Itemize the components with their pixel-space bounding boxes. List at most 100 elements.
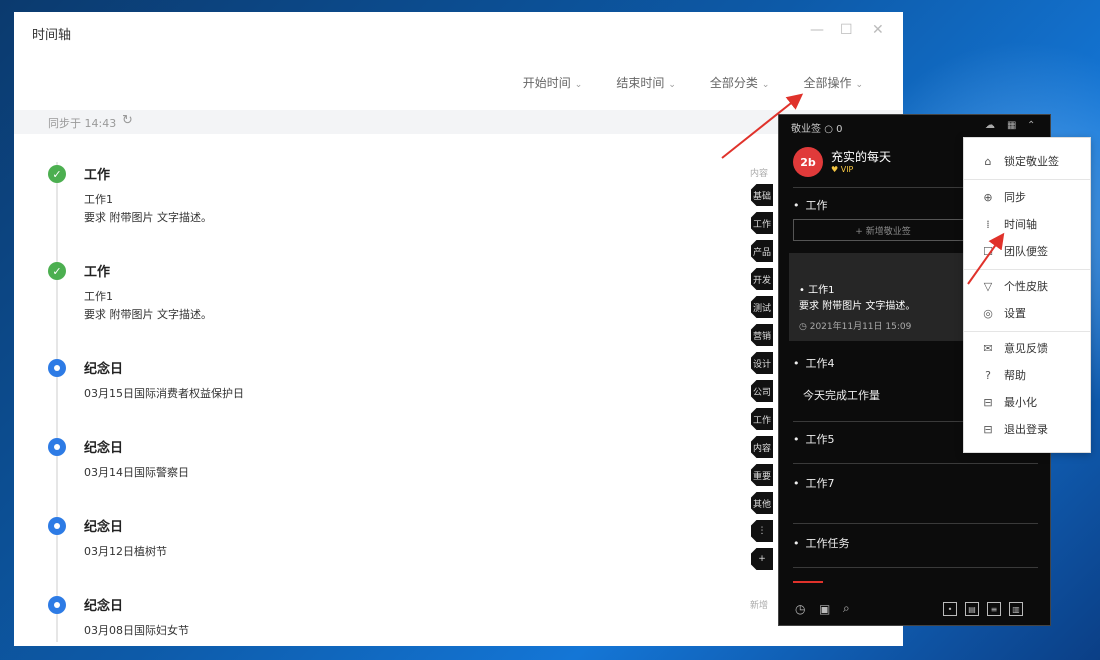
category-tab[interactable]: 重要: [751, 464, 773, 486]
close-button[interactable]: ✕: [872, 22, 884, 38]
category-tab[interactable]: 工作: [751, 212, 773, 234]
menu-item-settings[interactable]: ◎ 设置: [964, 302, 1090, 324]
timeline-window: 时间轴 — ☐ ✕ 开始时间 ⌄ 结束时间 ⌄ 全部分类 ⌄ 全部操作 ⌄ 同步于 14…: [14, 12, 903, 646]
section-label: 工作: [805, 199, 828, 212]
note-section[interactable]: • 工作7: [793, 475, 835, 491]
anniversary-dot-icon: [48, 596, 66, 614]
chevron-down-icon: ⌄: [855, 80, 863, 90]
window-title: 时间轴: [32, 28, 72, 43]
card-time: ◷ 2021年11月11日 15:09: [799, 319, 911, 332]
list-icon[interactable]: ≡: [987, 602, 1001, 616]
filter-label: 全部操作: [803, 76, 852, 90]
menu-item-timeline[interactable]: ⁞ 时间轴: [964, 213, 1090, 235]
side-strip-label: 内容: [750, 169, 769, 179]
menu-item-lock[interactable]: ⌂ 锁定敬业签: [964, 150, 1090, 172]
pin-icon[interactable]: •: [943, 602, 957, 616]
doc-icon[interactable]: ▥: [1009, 602, 1023, 616]
calendar-icon[interactable]: ▤: [965, 602, 979, 616]
menu-item-logout[interactable]: ⊟ 退出登录: [964, 418, 1090, 440]
menu-item-label: 帮助: [1004, 369, 1026, 382]
menu-item-label: 意见反馈: [1004, 342, 1048, 355]
refresh-icon[interactable]: ↻: [122, 113, 133, 128]
add-icon[interactable]: +: [751, 548, 773, 570]
cloud-icon[interactable]: ☁: [985, 120, 995, 131]
filter-bar: 开始时间 ⌄ 结束时间 ⌄ 全部分类 ⌄ 全部操作 ⌄: [523, 74, 863, 91]
clock-icon[interactable]: ◷: [795, 602, 805, 616]
timeline-icon: ⁞: [986, 217, 990, 231]
menu-item-skin[interactable]: ▽ 个性皮肤: [964, 275, 1090, 297]
category-tab[interactable]: 营销: [751, 324, 773, 346]
filter-category[interactable]: 全部分类 ⌄: [710, 74, 770, 91]
panel-toolbar: ◷ ▣ ⌕ • ▤ ≡ ▥: [779, 595, 1050, 625]
category-tab[interactable]: 内容: [751, 436, 773, 458]
category-tab[interactable]: 开发: [751, 268, 773, 290]
filter-end-time[interactable]: 结束时间 ⌄: [616, 74, 676, 91]
entry-title: 纪念日: [84, 520, 124, 535]
search-icon[interactable]: ⌕: [843, 601, 850, 616]
menu-item-label: 时间轴: [1004, 218, 1037, 231]
category-tab[interactable]: 测试: [751, 296, 773, 318]
grid-icon[interactable]: ▦: [1007, 120, 1016, 131]
category-tab[interactable]: 其他: [751, 492, 773, 514]
lock-icon: ⌂: [984, 154, 992, 168]
sync-icon: ⊕: [983, 190, 993, 204]
sync-status: 同步于 14:43: [48, 117, 117, 130]
entry-title: 工作: [84, 168, 111, 183]
task-text: 今天完成工作量: [803, 389, 880, 402]
section-label: 工作4: [805, 357, 835, 370]
note-section[interactable]: • 工作4: [793, 355, 835, 371]
menu-item-label: 退出登录: [1004, 423, 1048, 436]
menu-item-label: 最小化: [1004, 396, 1037, 409]
category-tab[interactable]: 基础: [751, 184, 773, 206]
filter-label: 结束时间: [616, 76, 665, 90]
category-tab[interactable]: 产品: [751, 240, 773, 262]
menu-item-help[interactable]: ? 帮助: [964, 364, 1090, 386]
anniversary-dot-icon: [48, 359, 66, 377]
menu-item-minimize[interactable]: ⊟ 最小化: [964, 391, 1090, 413]
chevron-down-icon: ⌄: [668, 80, 676, 90]
section-label: 工作7: [805, 477, 835, 490]
chevron-down-icon: ⌄: [761, 80, 770, 90]
help-icon: ?: [985, 368, 991, 382]
clock-icon: ◷: [799, 322, 810, 332]
note-section[interactable]: • 工作5: [793, 431, 835, 447]
add-note-button[interactable]: + 新增敬业签: [793, 219, 973, 241]
avatar[interactable]: 2b: [793, 147, 823, 177]
filter-start-time[interactable]: 开始时间 ⌄: [523, 74, 583, 91]
note-icon[interactable]: ▣: [819, 602, 830, 616]
minimize-icon: ⊟: [983, 395, 993, 409]
vip-badge: ♥ VIP: [831, 165, 854, 174]
card-desc: 要求 附带图片 文字描述。: [799, 301, 916, 312]
category-tab[interactable]: 工作: [751, 408, 773, 430]
more-icon[interactable]: ⋮: [751, 520, 773, 542]
entry-title: 纪念日: [84, 441, 124, 456]
gear-icon: ◎: [983, 306, 993, 320]
note-card[interactable]: • 工作1 要求 附带图片 文字描述。 ◷ 2021年11月11日 15:09: [789, 253, 969, 341]
divider: [964, 331, 1090, 332]
card-title-text: 工作1: [808, 285, 835, 296]
minimize-button[interactable]: —: [810, 22, 824, 38]
red-marker: [793, 581, 823, 583]
category-tab[interactable]: 公司: [751, 380, 773, 402]
menu-item-feedback[interactable]: ✉ 意见反馈: [964, 337, 1090, 359]
divider: [793, 523, 1038, 524]
category-strip: 基础 工作 产品 开发 测试 营销 设计 公司 工作 内容 重要 其他 ⋮ +: [751, 184, 779, 576]
entry-line: 工作1: [84, 193, 113, 206]
side-strip-label: 新增: [750, 601, 769, 611]
note-section[interactable]: • 工作: [793, 197, 828, 213]
section-label: 工作5: [805, 433, 835, 446]
panel-title: 敬业签 ○ 0: [791, 120, 842, 135]
chevron-up-icon[interactable]: ⌃: [1027, 120, 1035, 131]
bullet-icon: •: [793, 537, 800, 550]
entry-line: 03月15日国际消费者权益保护日: [84, 387, 244, 400]
menu-item-label: 同步: [1004, 191, 1026, 204]
bullet-icon: •: [799, 285, 809, 296]
bullet-icon: •: [793, 477, 800, 490]
menu-item-team-notes[interactable]: ☐ 团队便签: [964, 240, 1090, 262]
category-tab[interactable]: 设计: [751, 352, 773, 374]
menu-item-sync[interactable]: ⊕ 同步: [964, 186, 1090, 208]
filter-operation[interactable]: 全部操作 ⌄: [803, 74, 863, 91]
maximize-button[interactable]: ☐: [840, 22, 853, 38]
divider: [793, 463, 1038, 464]
note-section[interactable]: • 工作任务: [793, 535, 850, 551]
